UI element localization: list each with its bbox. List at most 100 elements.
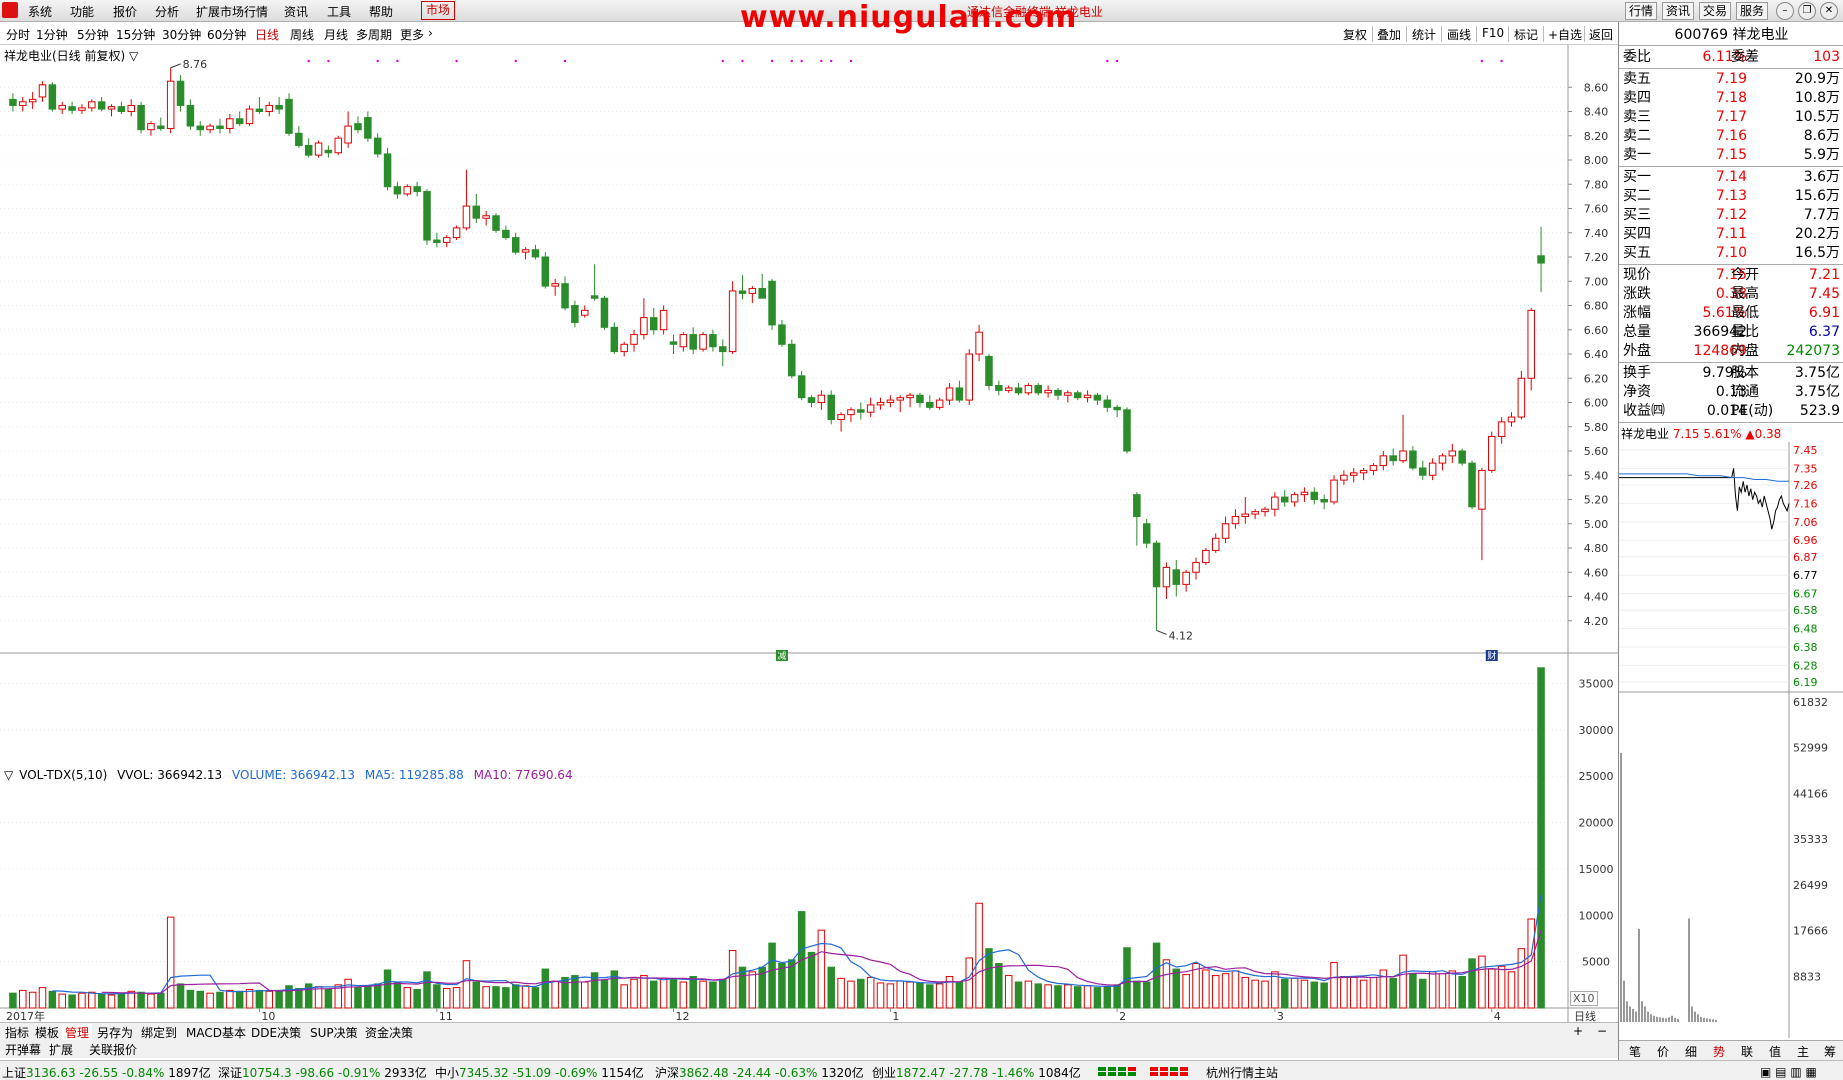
tool-mark[interactable]: 标记 [1514,26,1538,43]
period-timeshare[interactable]: 分时 [6,26,30,43]
bid-row[interactable]: 买二 7.13 15.6万 [1619,187,1843,206]
remove-tab-icon[interactable]: − [1594,1024,1610,1038]
period-60min[interactable]: 60分钟 [207,26,246,43]
menu-news[interactable]: 资讯 [284,3,308,20]
menu-tools[interactable]: 工具 [327,3,351,20]
ask-row[interactable]: 卖一 7.15 5.9万 [1619,146,1843,165]
tool-draw[interactable]: 画线 [1447,26,1471,43]
period-weekly[interactable]: 周线 [290,26,314,43]
ask-row[interactable]: 卖二 7.16 8.6万 [1619,127,1843,146]
index-name: 沪深 [655,1066,680,1080]
tab-linked[interactable]: 联 [1741,1043,1753,1060]
tab-trades[interactable]: 笔 [1629,1043,1641,1060]
period-more[interactable]: 更多 [400,26,424,43]
tab-related-quote[interactable]: 关联报价 [86,1041,140,1058]
mini-price-tick: 7.26 [1793,479,1818,492]
index-sh[interactable]: 上证3136.63 -26.55 -0.84% 1897亿 [2,1064,211,1080]
volume-tick-label: 25000 [1579,770,1614,783]
tab-main[interactable]: 主 [1797,1043,1809,1060]
bid-row[interactable]: 买五 7.10 16.5万 [1619,244,1843,263]
tool-f10[interactable]: F10 [1482,26,1504,40]
tab-bind-to[interactable]: 绑定到 [138,1024,180,1041]
tool-overlay[interactable]: 叠加 [1377,26,1401,43]
tool-stats[interactable]: 统计 [1412,26,1436,43]
index-cy[interactable]: 创业1872.47 -27.78 -1.46% 1084亿 [872,1064,1081,1080]
period-5min[interactable]: 5分钟 [77,26,109,43]
volume-bar [896,980,904,1009]
kline-chart[interactable]: 8.60 8.40 8.20 8.00 7.80 7.60 7.40 7.20 7.00 6.80… [0,45,1618,1022]
intraday-mini-chart[interactable]: 7.45 7.35 7.26 7.16 7.06 6.96 6.87 6.77 6.67 6.58… [1619,442,1843,1038]
volume-toggle-icon[interactable]: ▽ [4,768,13,782]
tab-value[interactable]: 值 [1769,1043,1781,1060]
period-1min[interactable]: 1分钟 [36,26,68,43]
restore-icon[interactable]: ❐ [1798,2,1816,20]
stat-value: 7.21 [1808,267,1840,283]
volume-bar [817,929,826,1009]
tool-adjust[interactable]: 复权 [1343,26,1367,43]
station-name[interactable]: 杭州行情主站 [1206,1064,1278,1080]
lock-icon[interactable]: ▤ [1775,1065,1786,1079]
volume-bar [275,989,283,1009]
period-monthly[interactable]: 月线 [324,26,348,43]
menu-market[interactable]: 市场 [421,1,456,20]
bid-row[interactable]: 买四 7.11 20.2万 [1619,225,1843,244]
tab-trend[interactable]: 势 [1713,1043,1725,1060]
tab-dde[interactable]: DDE决策 [248,1024,304,1041]
tab-template[interactable]: 模板 [32,1024,62,1041]
tool-back[interactable]: 返回 [1589,26,1613,43]
tab-chips[interactable]: 筹 [1824,1043,1836,1060]
ask-row[interactable]: 卖五 7.19 20.9万 [1619,70,1843,89]
tab-macd[interactable]: MACD基本 [183,1024,249,1041]
stat-value: 3.75亿 [1794,365,1840,381]
add-tab-icon[interactable]: + [1570,1024,1586,1038]
monitor-icon[interactable]: ▣ [1760,1065,1771,1079]
volume-bar [393,982,402,1009]
bid-row[interactable]: 买一 7.14 3.6万 [1619,168,1843,187]
candle-body [226,118,234,129]
menu-analysis[interactable]: 分析 [155,3,179,20]
tab-fund[interactable]: 资金决策 [362,1024,416,1041]
tab-detail[interactable]: 细 [1685,1043,1697,1060]
candle-body [157,125,165,129]
period-15min[interactable]: 15分钟 [116,26,155,43]
volume-bar [1310,981,1319,1009]
trade-button[interactable]: 交易 [1699,2,1732,20]
tab-danmu[interactable]: 开弹幕 [2,1041,44,1058]
volume-bar [738,966,747,1009]
period-daily[interactable]: 日线 [255,26,279,43]
settings-icon[interactable]: ▥ [1790,1065,1801,1079]
tab-extend[interactable]: 扩展 [46,1041,76,1058]
menu-quote[interactable]: 报价 [113,3,137,20]
volume-bar [995,963,1003,1009]
menu-help[interactable]: 帮助 [369,3,393,20]
period-multi[interactable]: 多周期 [356,26,392,43]
menu-ext-market[interactable]: 扩展市场行情 [196,3,268,20]
tab-manage[interactable]: 管理 [62,1024,93,1041]
tab-price[interactable]: 价 [1657,1043,1669,1060]
quotes-button[interactable]: 行情 [1625,2,1658,20]
index-sz[interactable]: 深证10754.3 -98.66 -0.91% 2933亿 [218,1064,427,1080]
menu-system[interactable]: 系统 [28,3,52,20]
tab-indicator[interactable]: 指标 [2,1024,32,1041]
volume-bar [97,993,106,1009]
bid-row[interactable]: 买三 7.12 7.7万 [1619,206,1843,225]
candle-body [413,186,421,193]
index-zx[interactable]: 中小7345.32 -51.09 -0.69% 1154亿 [435,1064,644,1080]
title-dropdown-icon[interactable]: ▽ [129,49,138,63]
tab-save-as[interactable]: 另存为 [94,1024,136,1041]
candle-body [1488,435,1496,471]
ask-row[interactable]: 卖三 7.17 10.5万 [1619,108,1843,127]
close-icon[interactable]: ✕ [1820,2,1838,20]
period-30min[interactable]: 30分钟 [162,26,201,43]
tool-add-watchlist[interactable]: +自选 [1548,26,1582,43]
minimize-icon[interactable]: – [1776,2,1794,20]
menu-function[interactable]: 功能 [70,3,94,20]
candle-body [768,280,776,326]
tab-sup[interactable]: SUP决策 [307,1024,361,1041]
ask-row[interactable]: 卖四 7.18 10.8万 [1619,89,1843,108]
news-button[interactable]: 资讯 [1662,2,1695,20]
index-hs[interactable]: 沪深3862.48 -24.44 -0.63% 1320亿 [655,1064,864,1080]
more-chevron-icon[interactable]: › [428,26,433,40]
alert-icon[interactable]: ▦ [1806,1065,1817,1079]
service-button[interactable]: 服务 [1736,2,1769,20]
